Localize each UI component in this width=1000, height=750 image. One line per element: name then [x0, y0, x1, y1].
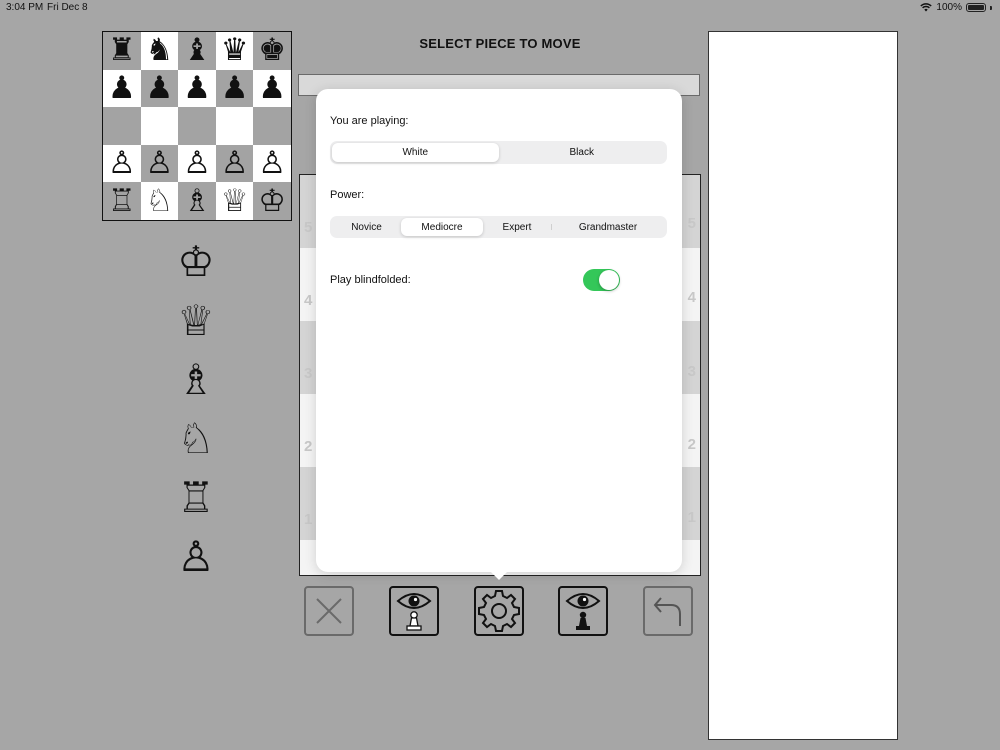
piece-option[interactable]: ♖ — [166, 468, 226, 527]
segment-mediocre[interactable]: Mediocre — [401, 218, 483, 236]
rank-label-left: 2 — [304, 438, 313, 455]
board-square[interactable]: ♝ — [178, 32, 216, 70]
board-square[interactable]: ♖ — [103, 182, 141, 220]
battery-icon — [966, 3, 986, 12]
eye-black-pawn-icon — [565, 593, 601, 630]
board-square[interactable]: ♗ — [178, 182, 216, 220]
rank-label-right: 2 — [687, 436, 696, 453]
segment-black[interactable]: Black — [499, 143, 666, 162]
board-square[interactable]: ♛ — [215, 32, 254, 70]
board-square[interactable]: ♟ — [215, 69, 254, 108]
board-square[interactable]: ♔ — [253, 182, 291, 220]
color-segmented-control[interactable]: White Black — [330, 141, 667, 164]
status-date: Fri Dec 8 — [47, 2, 88, 13]
board-square[interactable]: ♟ — [178, 69, 216, 108]
show-black-view-button[interactable] — [558, 586, 608, 636]
segment-expert[interactable]: Expert — [483, 218, 551, 236]
rank-label-right: 1 — [687, 509, 696, 526]
board-square[interactable] — [253, 107, 291, 145]
rank-label-left: 3 — [304, 365, 313, 382]
board-square[interactable]: ♜ — [103, 32, 141, 70]
segment-novice[interactable]: Novice — [332, 218, 401, 236]
undo-icon — [653, 597, 681, 626]
board-square[interactable] — [215, 107, 254, 145]
move-list-panel[interactable] — [708, 31, 898, 740]
board-square[interactable]: ♙ — [178, 144, 216, 183]
board-square[interactable] — [178, 107, 216, 145]
board-square[interactable]: ♙ — [140, 144, 179, 183]
playing-color-label: You are playing: — [330, 115, 409, 127]
blindfold-toggle[interactable] — [583, 269, 620, 291]
board-square[interactable]: ♟ — [103, 69, 141, 108]
board-square[interactable]: ♞ — [140, 32, 179, 70]
segment-white[interactable]: White — [332, 143, 499, 162]
blindfold-label: Play blindfolded: — [330, 274, 411, 286]
show-white-view-button[interactable] — [389, 586, 439, 636]
eye-white-pawn-icon — [396, 593, 432, 631]
rank-label-left: 1 — [304, 511, 313, 528]
board-square[interactable]: ♘ — [140, 182, 179, 220]
page-title: SELECT PIECE TO MOVE — [419, 36, 581, 51]
segment-grandmaster[interactable]: Grandmaster — [551, 218, 665, 236]
board-square[interactable]: ♟ — [253, 69, 291, 108]
piece-option[interactable]: ♗ — [166, 350, 226, 409]
rank-label-right: 4 — [687, 289, 696, 306]
settings-button[interactable] — [474, 586, 524, 636]
board-square[interactable]: ♟ — [140, 69, 179, 108]
board-square[interactable] — [103, 107, 141, 145]
status-right: 100% — [920, 2, 992, 13]
rank-label-right: 3 — [687, 363, 696, 380]
battery-percent: 100% — [936, 2, 962, 13]
power-segmented-control[interactable]: Novice Mediocre Expert Grandmaster — [330, 216, 667, 238]
piece-option[interactable]: ♔ — [166, 232, 226, 291]
wifi-icon — [920, 3, 933, 12]
toggle-knob — [599, 270, 619, 290]
piece-option[interactable]: ♘ — [166, 409, 226, 468]
close-button[interactable] — [304, 586, 354, 636]
status-time: 3:04 PM — [6, 2, 44, 13]
board-square[interactable]: ♕ — [215, 182, 254, 220]
gear-icon — [478, 590, 520, 632]
power-label: Power: — [330, 189, 365, 201]
rank-label-left: 4 — [304, 292, 313, 309]
board-square[interactable]: ♙ — [103, 144, 141, 183]
board-square[interactable]: ♚ — [253, 32, 291, 70]
board-square[interactable]: ♙ — [253, 144, 291, 183]
undo-button[interactable] — [643, 586, 693, 636]
piece-selector: ♔ ♕ ♗ ♘ ♖ ♙ — [166, 232, 226, 586]
rank-label-left: 5 — [304, 219, 313, 236]
board-square[interactable] — [140, 107, 179, 145]
close-icon — [316, 598, 342, 624]
rank-label-right: 5 — [687, 215, 696, 232]
piece-option[interactable]: ♕ — [166, 291, 226, 350]
setup-board[interactable]: ♜ ♞ ♝ ♛ ♚ ♟ ♟ ♟ ♟ ♟ ♙ ♙ ♙ ♙ ♙ ♖ ♘ ♗ ♕ ♔ — [102, 31, 292, 221]
board-square[interactable]: ♙ — [215, 144, 254, 183]
piece-option[interactable]: ♙ — [166, 527, 226, 586]
popover-arrow — [489, 570, 509, 580]
